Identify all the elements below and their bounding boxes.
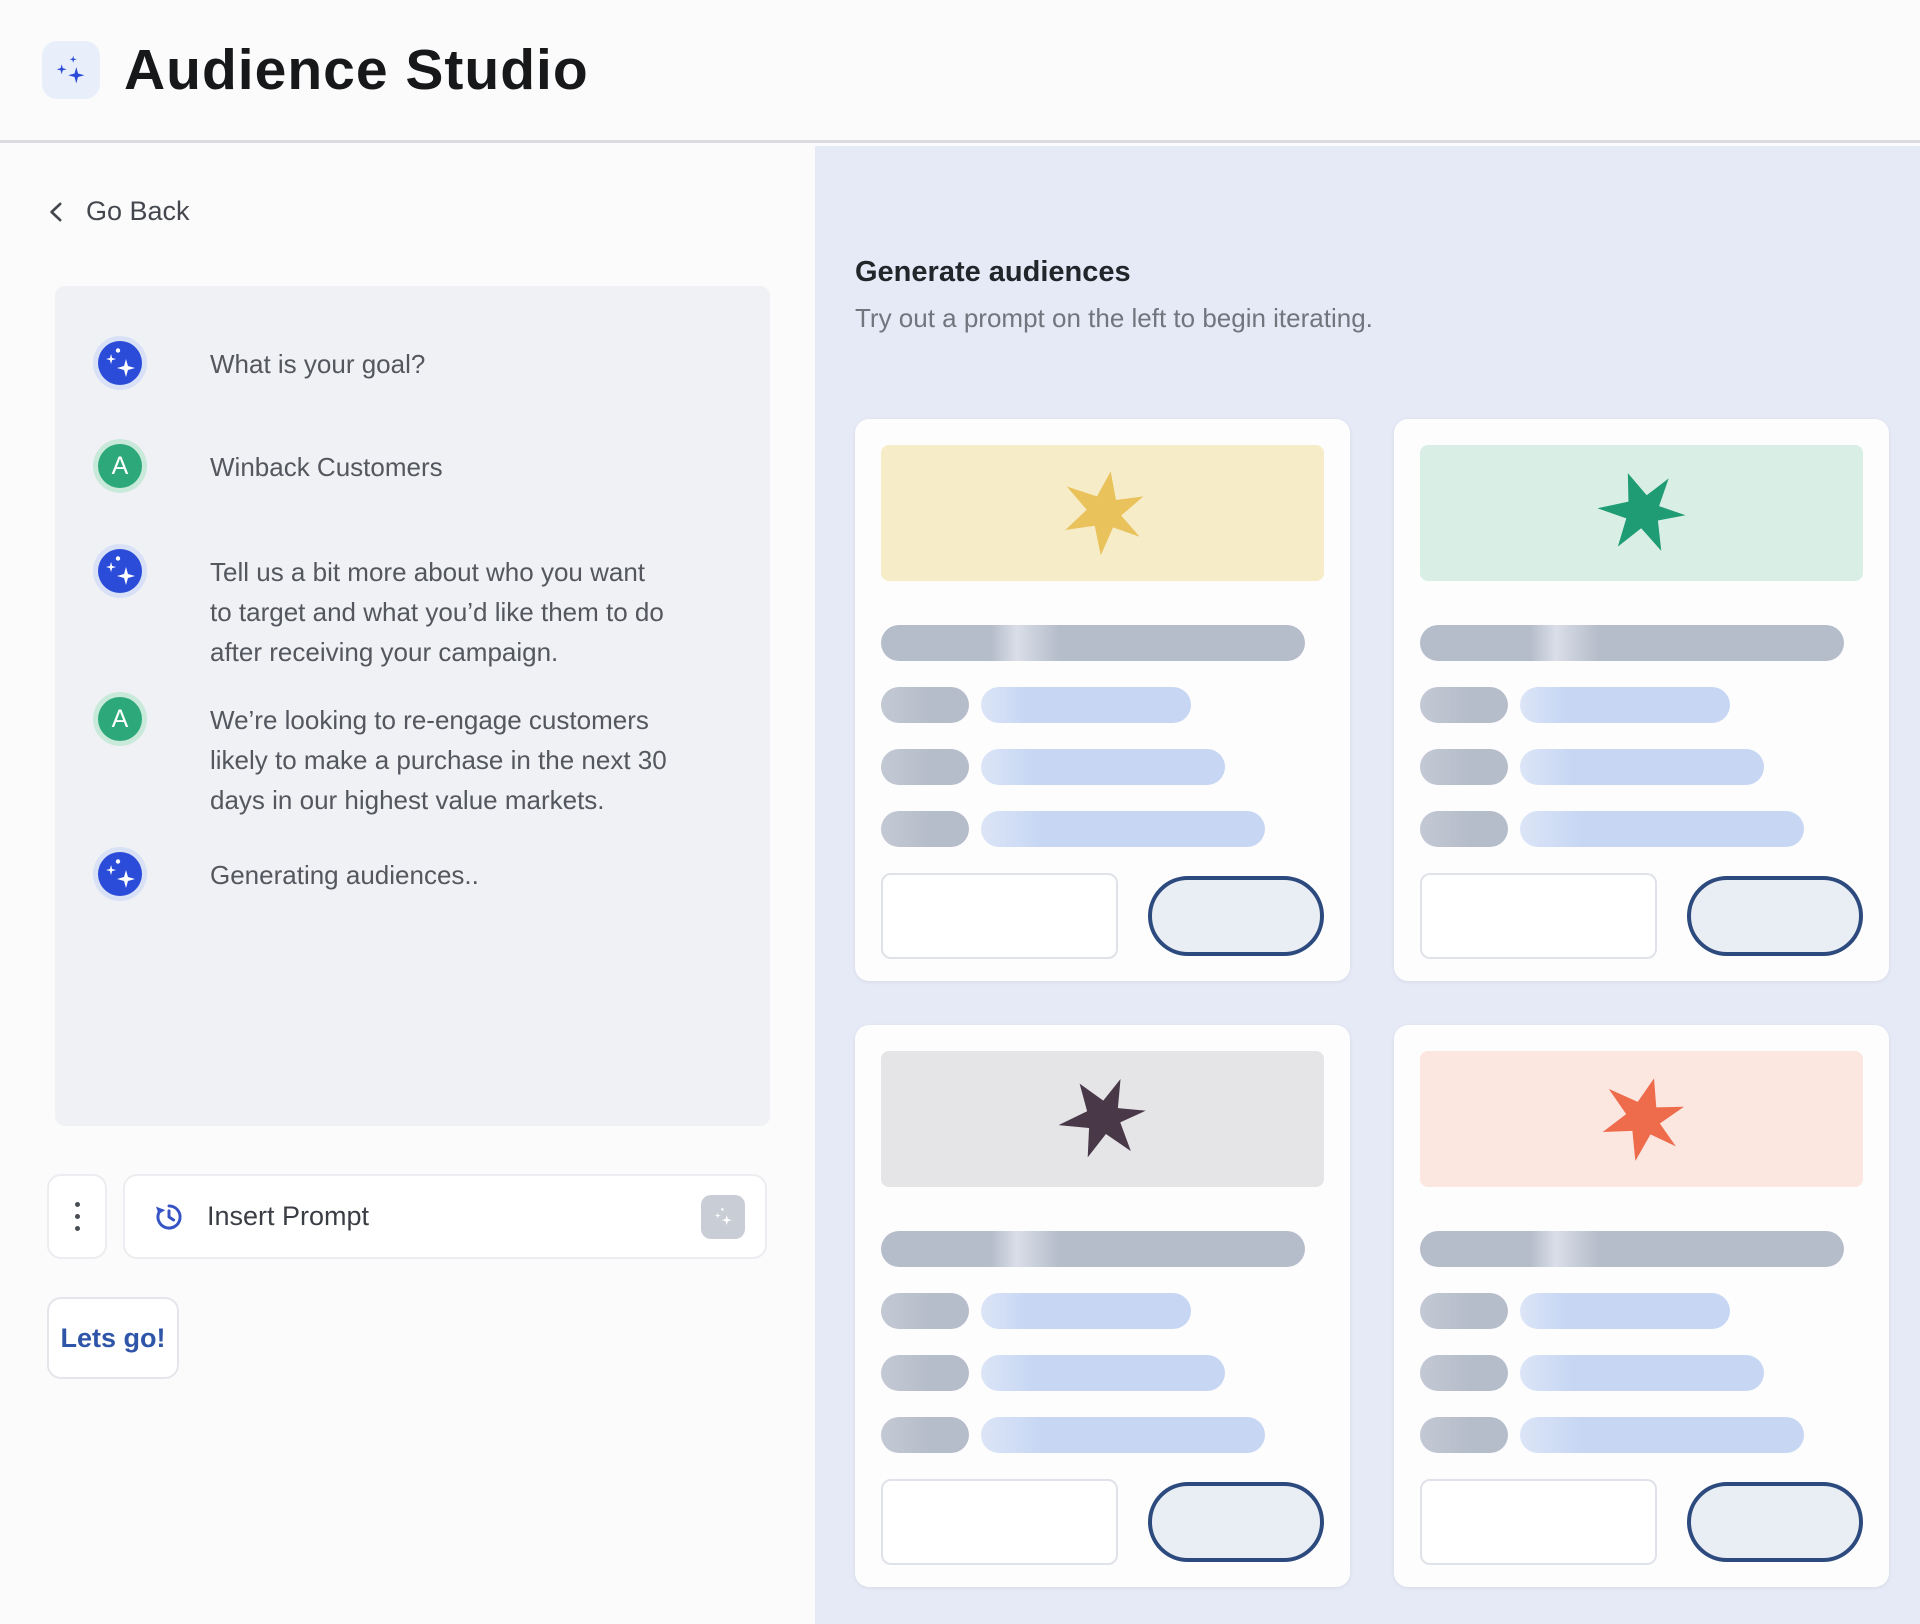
skeleton-title-bar <box>881 1231 1305 1267</box>
chat-message-text: We’re looking to re-engage customers lik… <box>210 697 670 820</box>
chat-message: A We’re looking to re-engage customers l… <box>98 697 732 820</box>
app-header: Audience Studio <box>0 0 1920 143</box>
audience-card[interactable] <box>1394 419 1889 981</box>
skeleton-row <box>1420 1417 1863 1453</box>
skeleton-row <box>1420 749 1863 785</box>
page-title: Audience Studio <box>124 37 589 103</box>
card-footer <box>1420 1479 1863 1565</box>
scribble-star-icon <box>1582 453 1702 573</box>
audience-card[interactable] <box>855 419 1350 981</box>
skeleton-row <box>1420 1293 1863 1329</box>
card-footer <box>881 1479 1324 1565</box>
section-subtitle: Try out a prompt on the left to begin it… <box>855 303 1373 334</box>
card-action-button[interactable] <box>1148 1482 1324 1562</box>
chat-panel: What is your goal? A Winback Customers T… <box>55 286 770 1126</box>
chat-message-text: Generating audiences.. <box>210 852 670 895</box>
chat-message: Tell us a bit more about who you want to… <box>98 549 732 672</box>
kebab-menu-icon <box>75 1202 80 1207</box>
insert-prompt-label: Insert Prompt <box>207 1201 369 1232</box>
skeleton-row <box>881 749 1324 785</box>
user-avatar-letter: A <box>112 705 129 734</box>
card-footer <box>1420 873 1863 959</box>
chat-message: What is your goal? <box>98 341 732 385</box>
assistant-sparkles-avatar <box>98 852 142 896</box>
skeleton-row <box>881 687 1324 723</box>
audience-card[interactable] <box>855 1025 1350 1587</box>
card-action-button[interactable] <box>1148 876 1324 956</box>
card-input-box[interactable] <box>881 873 1118 959</box>
card-action-button[interactable] <box>1687 1482 1863 1562</box>
skeleton-row <box>1420 1355 1863 1391</box>
skeleton-title-bar <box>1420 625 1844 661</box>
chat-message-text: What is your goal? <box>210 341 670 384</box>
chat-message-text: Tell us a bit more about who you want to… <box>210 549 670 672</box>
insert-prompt-field[interactable]: Insert Prompt <box>123 1174 767 1259</box>
skeleton-row <box>1420 811 1863 847</box>
user-avatar: A <box>98 697 142 741</box>
chat-message-text: Winback Customers <box>210 444 670 487</box>
skeleton-title-bar <box>1420 1231 1844 1267</box>
kebab-menu-button[interactable] <box>47 1174 107 1259</box>
card-banner <box>1420 1051 1863 1187</box>
card-action-button[interactable] <box>1687 876 1863 956</box>
card-footer <box>881 873 1324 959</box>
generate-audiences-panel: Generate audiences Try out a prompt on t… <box>815 146 1920 1624</box>
assistant-sparkles-avatar <box>98 341 142 385</box>
chevron-left-icon <box>44 199 70 225</box>
card-banner <box>1420 445 1863 581</box>
section-title: Generate audiences <box>855 256 1131 289</box>
go-back-button[interactable]: Go Back <box>44 196 190 227</box>
skeleton-row <box>881 811 1324 847</box>
audience-cards-grid <box>855 419 1889 1587</box>
left-panel: Go Back What is your goal? A Winback Cus… <box>0 146 815 1624</box>
history-icon <box>153 1201 185 1233</box>
user-avatar: A <box>98 444 142 488</box>
skeleton-row <box>1420 687 1863 723</box>
sparkle-icon-button[interactable] <box>701 1195 745 1239</box>
chat-message: A Winback Customers <box>98 444 732 488</box>
go-back-label: Go Back <box>86 196 190 227</box>
chat-message: Generating audiences.. <box>98 852 732 896</box>
skeleton-row <box>881 1293 1324 1329</box>
assistant-sparkles-avatar <box>98 549 142 593</box>
card-banner <box>881 1051 1324 1187</box>
scribble-star-icon <box>1586 1063 1698 1175</box>
skeleton-title-bar <box>881 625 1305 661</box>
lets-go-button[interactable]: Lets go! <box>47 1297 179 1379</box>
card-input-box[interactable] <box>881 1479 1118 1565</box>
audience-card[interactable] <box>1394 1025 1889 1587</box>
card-input-box[interactable] <box>1420 1479 1657 1565</box>
scribble-star-icon <box>1038 1055 1167 1184</box>
app-logo-sparkles-icon <box>42 41 100 99</box>
card-input-box[interactable] <box>1420 873 1657 959</box>
skeleton-row <box>881 1355 1324 1391</box>
card-banner <box>881 445 1324 581</box>
prompt-bar: Insert Prompt <box>47 1174 767 1259</box>
scribble-star-icon <box>1051 461 1155 565</box>
skeleton-row <box>881 1417 1324 1453</box>
user-avatar-letter: A <box>112 452 129 481</box>
